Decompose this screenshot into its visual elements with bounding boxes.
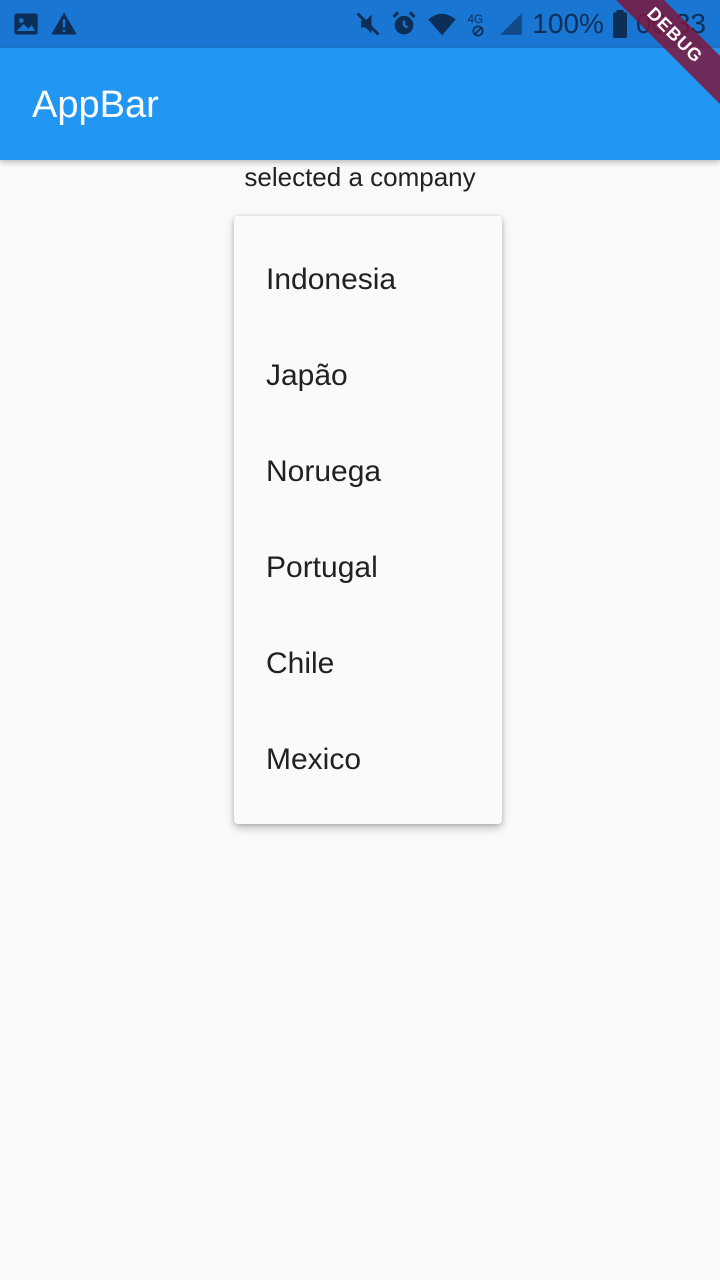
status-bar: 4G 100% 00:33 xyxy=(0,0,720,48)
app-title: AppBar xyxy=(32,84,159,126)
network-4g-icon: 4G xyxy=(466,10,490,38)
signal-icon xyxy=(498,10,524,38)
menu-item-portugal[interactable]: Portugal xyxy=(234,520,502,616)
battery-icon xyxy=(612,10,628,38)
main-content: selected a company Indonesia Japão Norue… xyxy=(0,160,720,1280)
company-dropdown-menu: Indonesia Japão Noruega Portugal Chile M… xyxy=(234,216,502,824)
status-left-icons xyxy=(12,10,78,38)
image-icon xyxy=(12,10,40,38)
menu-item-japao[interactable]: Japão xyxy=(234,328,502,424)
wifi-icon xyxy=(426,10,458,38)
menu-item-noruega[interactable]: Noruega xyxy=(234,424,502,520)
dropdown-list: Indonesia Japão Noruega Portugal Chile M… xyxy=(234,216,502,808)
menu-item-indonesia[interactable]: Indonesia xyxy=(234,232,502,328)
subtitle-text: selected a company xyxy=(244,162,476,192)
alarm-icon xyxy=(390,10,418,38)
menu-item-mexico[interactable]: Mexico xyxy=(234,712,502,808)
warning-icon xyxy=(50,10,78,38)
svg-text:4G: 4G xyxy=(468,13,484,26)
mute-icon xyxy=(354,10,382,38)
app-bar: AppBar xyxy=(0,48,720,160)
battery-percent: 100% xyxy=(532,8,604,39)
menu-item-chile[interactable]: Chile xyxy=(234,616,502,712)
